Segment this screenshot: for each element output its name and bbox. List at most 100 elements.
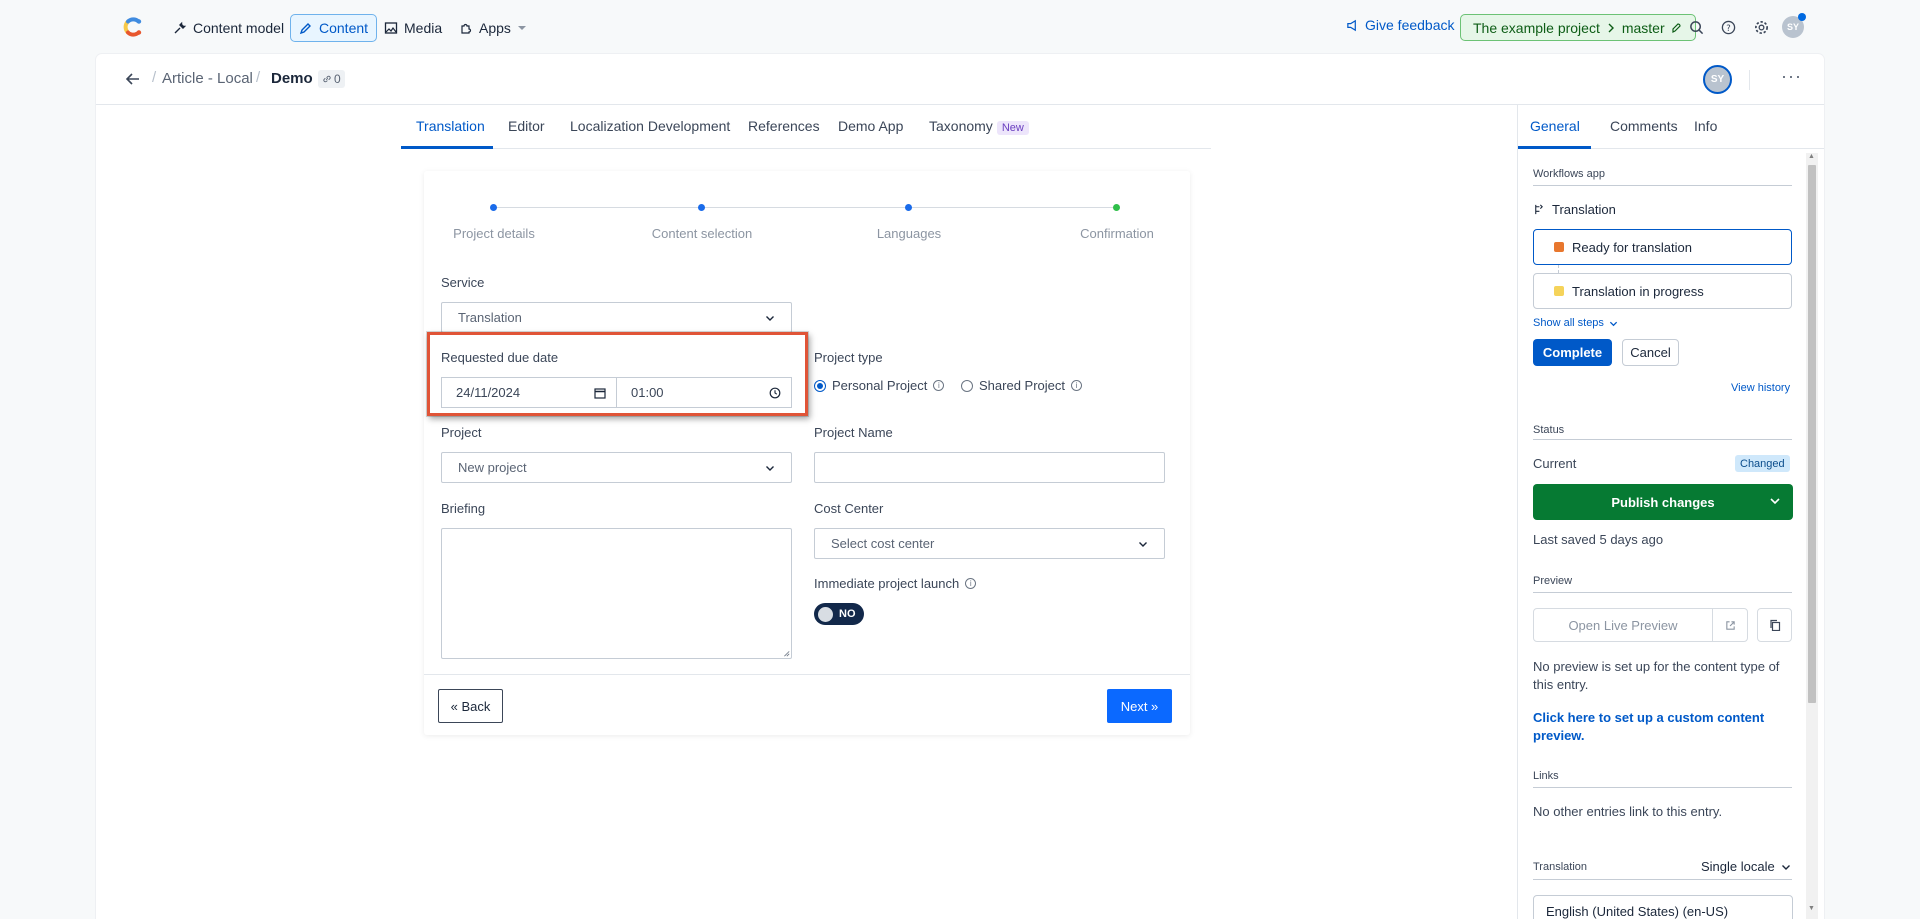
step-label-languages: Languages — [876, 226, 942, 241]
project-name-input[interactable] — [814, 452, 1165, 483]
toggle-knob — [818, 606, 833, 622]
nav-media[interactable]: Media — [376, 14, 450, 42]
workflow-icon — [1535, 204, 1543, 215]
step-dot-confirmation — [1113, 204, 1120, 211]
scroll-up-arrow[interactable]: ▲ — [1808, 153, 1815, 160]
project-name-label: Project Name — [814, 425, 893, 440]
project-label: Project — [441, 425, 482, 440]
breadcrumb-separator: / — [256, 69, 261, 86]
nav-apps[interactable]: Apps — [451, 14, 535, 42]
info-icon[interactable]: i — [1071, 380, 1082, 391]
tab-localization-development[interactable]: Localization Development — [570, 118, 730, 134]
cost-center-label: Cost Center — [814, 501, 884, 516]
info-icon[interactable]: i — [933, 380, 945, 391]
radio-circle — [814, 379, 826, 392]
workflow-name-text: Translation — [1552, 202, 1616, 217]
workflow-step-current[interactable]: Ready for translation — [1533, 229, 1792, 265]
nav-label: Content model — [193, 20, 285, 36]
links-title: Links — [1533, 770, 1559, 782]
scroll-down-arrow[interactable]: ▼ — [1808, 905, 1815, 912]
translation-wizard: Project details Content selection Langua… — [424, 171, 1190, 735]
section-divider — [1533, 439, 1792, 440]
feedback-label: Give feedback — [1365, 17, 1455, 33]
sidebar-tab-info[interactable]: Info — [1694, 118, 1717, 134]
nav-content-model[interactable]: Content model — [165, 14, 292, 42]
preview-title: Preview — [1533, 575, 1573, 587]
copy-icon[interactable] — [1757, 608, 1792, 642]
more-options-icon[interactable]: ··· — [1781, 66, 1802, 87]
cancel-button[interactable]: Cancel — [1622, 339, 1679, 366]
radio-personal-project[interactable]: Personal Project i — [814, 378, 945, 393]
image-icon — [384, 22, 398, 34]
publish-label: Publish changes — [1611, 494, 1715, 510]
tab-taxonomy[interactable]: Taxonomy New — [929, 118, 1029, 135]
briefing-label: Briefing — [441, 501, 486, 516]
workflow-step-next[interactable]: Translation in progress — [1533, 273, 1792, 309]
tab-editor[interactable]: Editor — [508, 118, 545, 134]
chevron-down-icon — [1609, 321, 1618, 326]
resize-handle-icon[interactable] — [782, 649, 790, 657]
translation-mode-select[interactable]: Single locale — [1701, 859, 1791, 874]
section-divider — [1533, 879, 1792, 880]
back-button[interactable]: « Back — [438, 689, 503, 723]
next-button[interactable]: Next » — [1107, 689, 1172, 723]
chevron-down-icon[interactable] — [1769, 495, 1781, 507]
step-dot-project-details — [490, 204, 497, 211]
tab-label: Taxonomy — [929, 118, 993, 134]
links-note: No other entries link to this entry. — [1533, 804, 1723, 819]
complete-button[interactable]: Complete — [1533, 339, 1612, 366]
view-history-link[interactable]: View history — [1731, 382, 1790, 394]
workflow-connector — [1558, 265, 1559, 273]
environment-switcher[interactable]: The example project master — [1460, 14, 1696, 41]
help-icon[interactable]: ? — [1718, 17, 1738, 37]
contentful-logo-icon[interactable] — [119, 14, 145, 40]
sidebar-tab-comments[interactable]: Comments — [1610, 118, 1678, 134]
wrench-icon — [174, 21, 187, 34]
immediate-launch-toggle[interactable]: NO — [814, 603, 864, 625]
project-value: New project — [458, 460, 527, 475]
status-title: Status — [1533, 424, 1565, 436]
service-select[interactable]: Translation — [441, 302, 792, 333]
chevron-down-icon — [517, 26, 526, 30]
preview-note: No preview is set up for the content typ… — [1533, 659, 1780, 692]
gear-icon[interactable] — [1751, 17, 1771, 37]
show-all-steps-link[interactable]: Show all steps — [1533, 317, 1618, 329]
nav-label: Apps — [479, 20, 511, 36]
scrollbar-thumb[interactable] — [1808, 165, 1816, 703]
locale-value: English (United States) (en-US) — [1546, 904, 1729, 919]
tab-references[interactable]: References — [748, 118, 820, 134]
open-live-preview-button[interactable]: Open Live Preview — [1533, 608, 1713, 642]
wizard-footer-divider — [424, 674, 1190, 675]
briefing-textarea[interactable] — [441, 528, 792, 659]
pen-icon — [299, 23, 311, 35]
tab-translation[interactable]: Translation — [416, 118, 485, 134]
info-icon[interactable]: i — [965, 578, 977, 589]
setup-preview-link[interactable]: Click here to set up a custom content pr… — [1533, 709, 1792, 745]
radio-shared-project[interactable]: Shared Project i — [961, 378, 1082, 393]
sidebar-tab-general[interactable]: General — [1530, 118, 1580, 134]
project-select[interactable]: New project — [441, 452, 792, 483]
toggle-state: NO — [839, 608, 856, 620]
external-link-icon[interactable] — [1712, 608, 1748, 642]
megaphone-icon — [1347, 19, 1356, 31]
locale-select[interactable]: English (United States) (en-US) — [1533, 895, 1793, 919]
notification-dot — [1798, 13, 1806, 21]
sidebar-scrollbar[interactable]: ▲ ▼ — [1806, 153, 1818, 919]
breadcrumb-entry-title: Demo — [271, 70, 313, 87]
tab-demo-app[interactable]: Demo App — [838, 118, 903, 134]
breadcrumb-content-type[interactable]: Article - Local — [162, 70, 253, 87]
section-divider — [1533, 787, 1792, 788]
top-navigation-bar: Content model Content Media Apps Give fe… — [0, 0, 1920, 54]
references-count-badge[interactable]: 0 — [318, 70, 345, 88]
immediate-launch-label: Immediate project launch i — [814, 576, 977, 591]
give-feedback-link[interactable]: Give feedback — [1346, 17, 1455, 33]
editor-avatar[interactable]: SY — [1703, 65, 1732, 94]
env-branch: master — [1621, 19, 1665, 36]
cost-center-select[interactable]: Select cost center — [814, 528, 1165, 559]
publish-changes-button[interactable]: Publish changes — [1533, 484, 1793, 520]
active-tab-indicator — [401, 146, 493, 149]
search-icon[interactable] — [1686, 17, 1706, 37]
nav-content[interactable]: Content — [290, 14, 378, 42]
chevron-down-icon — [766, 465, 774, 471]
arrow-left-icon[interactable] — [124, 70, 142, 88]
